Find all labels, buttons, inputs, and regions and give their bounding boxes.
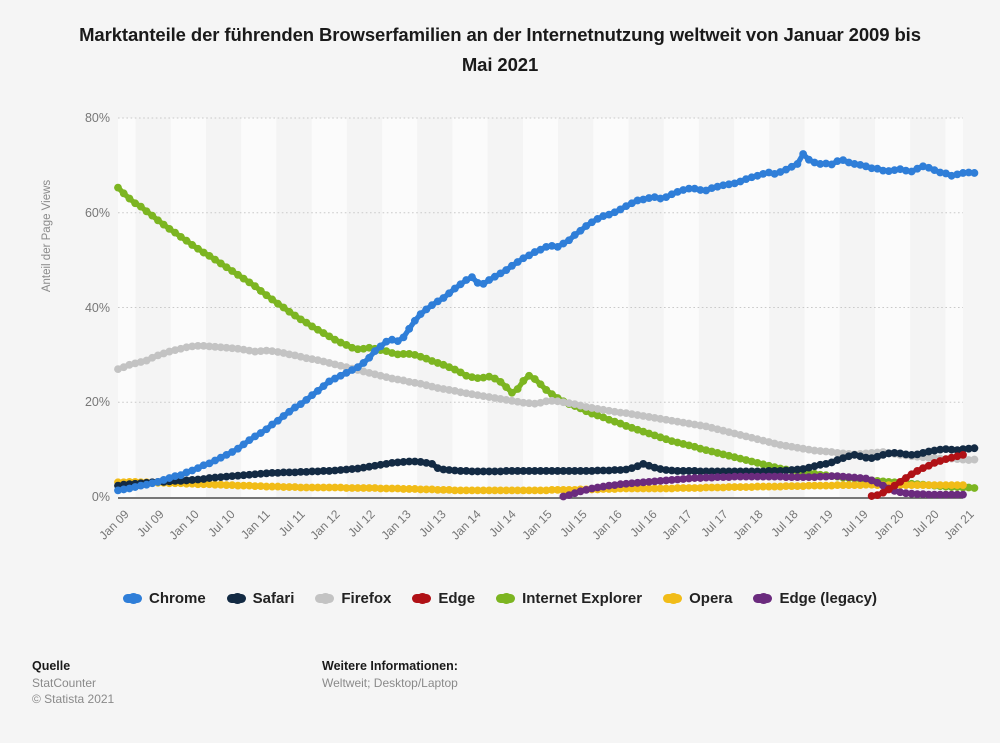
legend-item-opera[interactable]: Opera bbox=[663, 590, 732, 607]
legend-marker-icon bbox=[663, 592, 683, 604]
chart-footer: Quelle StatCounter © Statista 2021 Weite… bbox=[0, 648, 1000, 743]
legend-label: Opera bbox=[689, 590, 733, 607]
legend-item-safari[interactable]: Safari bbox=[226, 590, 295, 607]
further-info-block: Weitere Informationen: Weltweit; Desktop… bbox=[322, 658, 458, 691]
source-block: Quelle StatCounter © Statista 2021 bbox=[32, 658, 114, 707]
y-tick-label: 60% bbox=[84, 205, 110, 220]
legend-marker-icon bbox=[496, 592, 516, 604]
legend-label: Firefox bbox=[341, 590, 392, 607]
legend-item-edge[interactable]: Edge bbox=[412, 590, 475, 607]
legend-item-edge-legacy[interactable]: Edge (legacy) bbox=[753, 590, 877, 607]
legend-label: Edge bbox=[438, 590, 476, 607]
y-tick-label: 80% bbox=[84, 111, 110, 125]
copyright-text: © Statista 2021 bbox=[32, 692, 115, 706]
legend-item-firefox[interactable]: Firefox bbox=[315, 590, 391, 607]
legend-marker-icon bbox=[315, 592, 335, 604]
legend-item-chrome[interactable]: Chrome bbox=[122, 590, 206, 607]
legend-label: Safari bbox=[252, 590, 295, 607]
y-tick-label: 0% bbox=[91, 490, 110, 504]
legend-label: Internet Explorer bbox=[522, 590, 643, 607]
legend-marker-icon bbox=[412, 592, 432, 604]
chart-card: Marktanteile der führenden Browserfamili… bbox=[0, 0, 1000, 743]
legend-marker-icon bbox=[226, 592, 246, 604]
further-info-text: Weltweit; Desktop/Laptop bbox=[322, 676, 458, 690]
line-chart-plot bbox=[114, 117, 979, 501]
y-tick-label: 40% bbox=[84, 300, 110, 315]
legend-marker-icon bbox=[753, 592, 773, 604]
legend-marker-icon bbox=[122, 592, 142, 604]
chart-legend: Chrome Safari Firefox Edge Internet Explorer… bbox=[0, 590, 1000, 607]
y-tick-label: 20% bbox=[84, 395, 110, 410]
plot-area-wrapper: Anteil der Page Views 0% 20% 40% 60% 80% Jan… bbox=[0, 0, 1000, 580]
legend-item-internet-explorer[interactable]: Internet Explorer bbox=[496, 590, 642, 607]
y-axis-ticks: 0% 20% 40% 60% 80% bbox=[60, 0, 110, 580]
source-name: StatCounter bbox=[32, 676, 97, 690]
further-info-heading: Weitere Informationen: bbox=[322, 659, 458, 673]
y-axis-label: Anteil der Page Views bbox=[41, 179, 53, 293]
x-axis-ticks: Jan 09 Jul 09 Jan 10 Jul 10 Jan 11 Jul 11 Jan … bbox=[96, 497, 976, 577]
legend-label: Chrome bbox=[148, 590, 206, 607]
legend-label: Edge (legacy) bbox=[779, 590, 877, 607]
chart-svg bbox=[114, 117, 979, 501]
source-heading: Quelle bbox=[32, 659, 71, 673]
